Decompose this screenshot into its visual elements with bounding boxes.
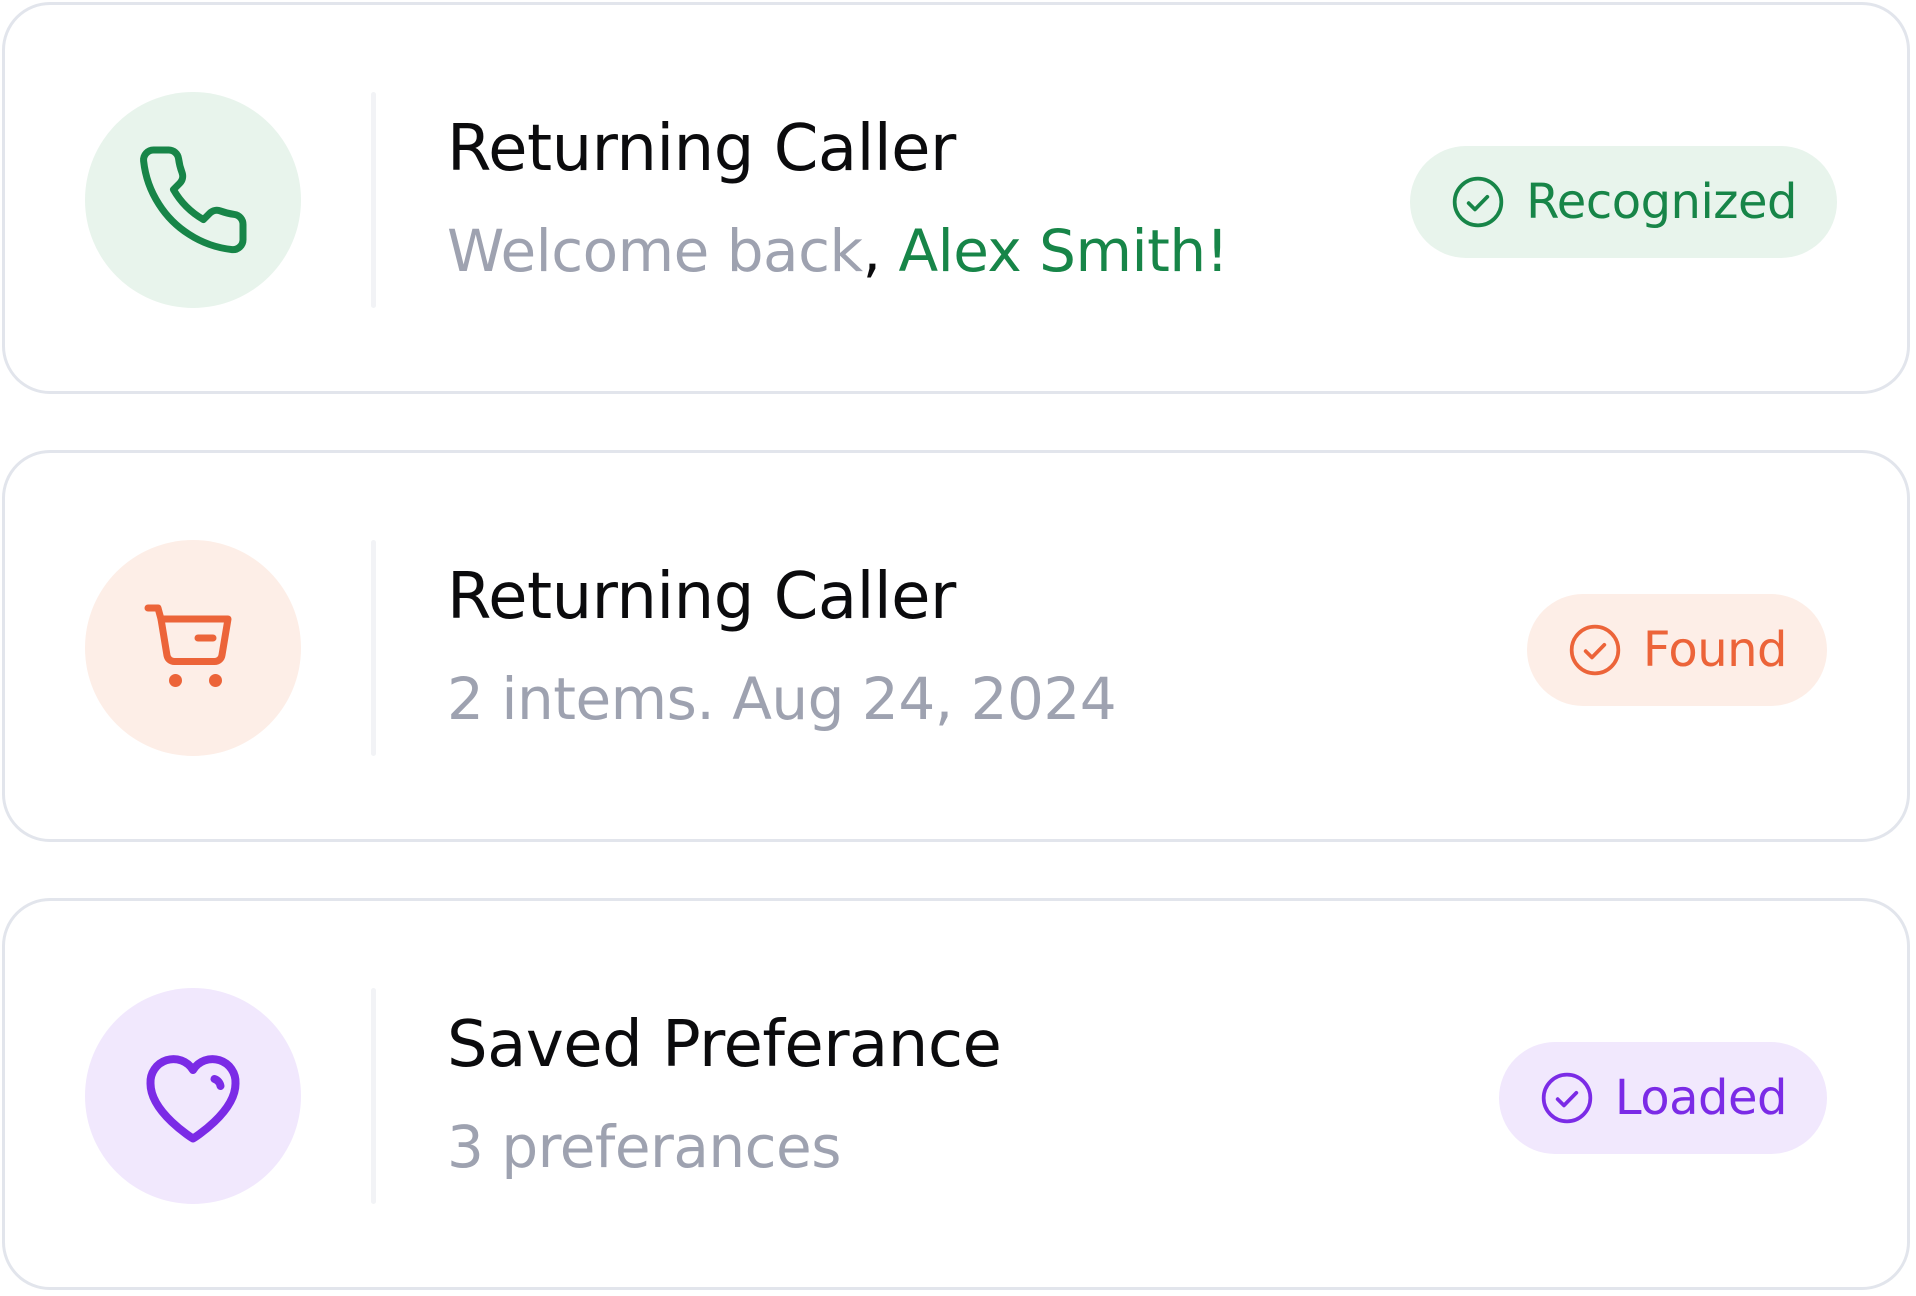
- divider: [371, 988, 376, 1204]
- divider: [371, 92, 376, 308]
- check-circle-icon: [1452, 176, 1504, 228]
- status-badge-label: Recognized: [1526, 174, 1797, 230]
- card-title: Returning Caller: [447, 560, 956, 634]
- caller-name: Alex Smith!: [898, 217, 1229, 285]
- cart-icon-badge: [85, 540, 301, 756]
- card-title: Returning Caller: [447, 112, 956, 186]
- divider: [371, 540, 376, 756]
- card-subtitle: 3 preferances: [447, 1113, 841, 1181]
- status-badge-loaded: Loaded: [1498, 1042, 1827, 1154]
- check-circle-icon: [1569, 624, 1621, 676]
- check-circle-icon: [1541, 1072, 1593, 1124]
- phone-icon: [140, 146, 247, 254]
- status-badge-found: Found: [1526, 594, 1827, 706]
- phone-icon-badge: [85, 92, 301, 308]
- heart-icon: [146, 1055, 240, 1143]
- order-history-card: Returning Caller 2 intems. Aug 24, 2024 …: [2, 450, 1910, 842]
- card-title: Saved Preferance: [447, 1008, 1002, 1082]
- subtitle-prefix: Welcome back: [447, 217, 863, 285]
- status-badge-recognized: Recognized: [1410, 146, 1837, 258]
- returning-caller-card: Returning Caller Welcome back, Alex Smit…: [2, 2, 1910, 394]
- card-subtitle: 2 intems. Aug 24, 2024: [447, 665, 1117, 733]
- status-badge-label: Found: [1642, 622, 1788, 678]
- saved-preference-card: Saved Preferance 3 preferances Loaded: [2, 898, 1910, 1290]
- heart-icon-badge: [85, 988, 301, 1204]
- status-badge-label: Loaded: [1614, 1070, 1788, 1126]
- card-subtitle: Welcome back, Alex Smith!: [447, 213, 1229, 289]
- cart-icon: [144, 604, 232, 687]
- subtitle-separator: ,: [862, 217, 899, 285]
